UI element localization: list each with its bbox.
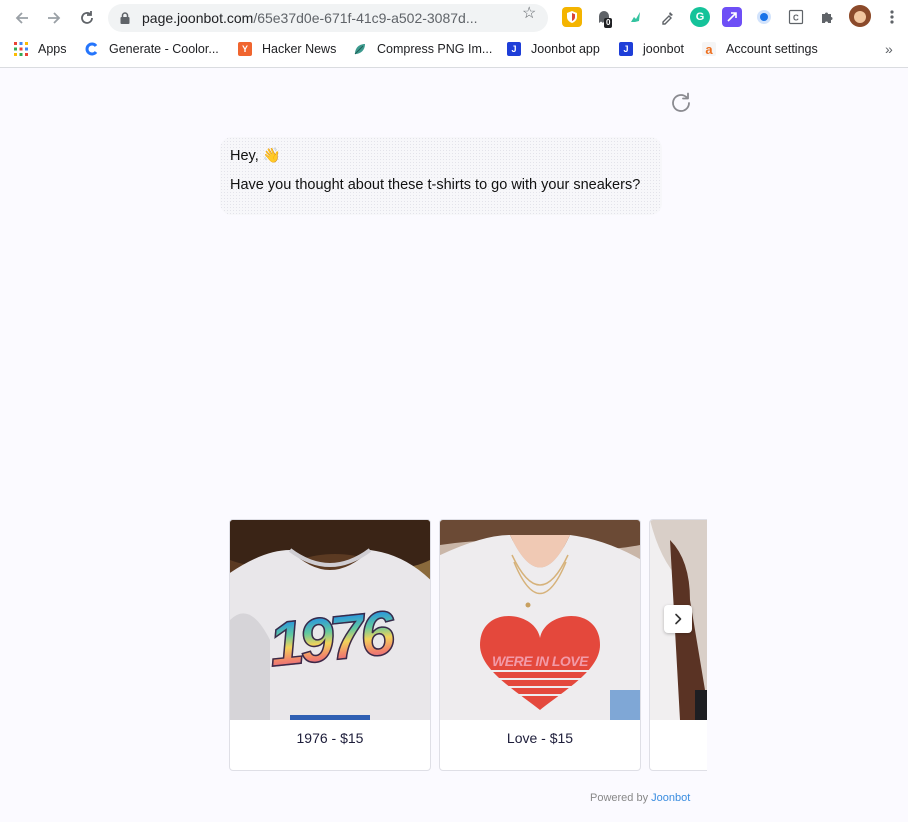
- more-bookmarks-button[interactable]: »: [885, 40, 893, 58]
- bookmark-coolors[interactable]: Generate - Coolor...: [85, 40, 219, 58]
- bookmark-compress-png[interactable]: Compress PNG Im...: [353, 40, 492, 58]
- greeting-text: Hey, 👋: [230, 148, 281, 164]
- url-path: /65e37d0e-671f-41c9-a502-3087d...: [253, 10, 478, 26]
- lock-icon: [120, 12, 130, 24]
- kebab-menu-icon[interactable]: [882, 7, 902, 27]
- bookmarks-bar: Apps Generate - Coolor... Y Hacker News …: [0, 37, 908, 61]
- reload-icon: [81, 11, 93, 24]
- bookmark-label: Joonbot app: [531, 42, 600, 56]
- arrow-right-icon: [48, 12, 61, 24]
- hacker-news-icon: Y: [238, 42, 252, 56]
- arrow-left-icon: [15, 12, 28, 24]
- product-carousel: 1976 1976 - $15 WERE IN LOVE Love - $15: [229, 519, 707, 771]
- extension-shield-icon[interactable]: [562, 7, 582, 27]
- bookmark-label: Account settings: [726, 42, 818, 56]
- avatar[interactable]: [849, 5, 871, 27]
- chevron-right-icon: [675, 613, 682, 625]
- bookmark-star-icon[interactable]: ☆: [522, 6, 542, 22]
- tinypng-icon: [353, 42, 367, 56]
- bookmark-label: Hacker News: [262, 42, 337, 56]
- extension-circle-icon[interactable]: [754, 7, 774, 27]
- browser-toolbar: page.joonbot.com/65e37d0e-671f-41c9-a502…: [0, 0, 908, 36]
- puzzle-icon[interactable]: [818, 7, 838, 27]
- forward-button[interactable]: [42, 6, 66, 30]
- grammarly-icon[interactable]: G: [690, 7, 710, 27]
- bookmark-label: Generate - Coolor...: [109, 42, 219, 56]
- extension-badge: 0: [604, 18, 613, 28]
- bookmark-account-settings[interactable]: a Account settings: [702, 40, 818, 58]
- eyedropper-icon[interactable]: [658, 7, 678, 27]
- message-text: Have you thought about these t-shirts to…: [230, 177, 641, 193]
- bookmark-hacker-news[interactable]: Y Hacker News: [238, 40, 336, 58]
- restart-chat-button[interactable]: [668, 90, 694, 116]
- browser-chrome: page.joonbot.com/65e37d0e-671f-41c9-a502…: [0, 0, 908, 68]
- bookmark-joonbot-app[interactable]: J Joonbot app: [507, 40, 600, 58]
- bookmark-joonbot[interactable]: J joonbot: [619, 40, 684, 58]
- address-bar[interactable]: page.joonbot.com/65e37d0e-671f-41c9-a502…: [108, 4, 548, 32]
- product-image: 1976: [230, 520, 430, 720]
- chat-message-bubble: Hey, 👋 Have you thought about these t-sh…: [220, 137, 662, 215]
- product-card[interactable]: [649, 519, 707, 771]
- shirt-print-text: WERE IN LOVE: [492, 653, 588, 669]
- joonbot-icon: J: [619, 42, 633, 56]
- extension-c-icon[interactable]: C: [786, 7, 806, 27]
- coolors-icon: [85, 42, 99, 56]
- url-host: page.joonbot.com: [142, 10, 254, 26]
- product-card[interactable]: WERE IN LOVE Love - $15: [439, 519, 641, 771]
- bookmark-apps[interactable]: Apps: [14, 40, 67, 58]
- refresh-icon: [672, 92, 690, 112]
- url-text: page.joonbot.com/65e37d0e-671f-41c9-a502…: [142, 10, 517, 26]
- extension-arrow-icon[interactable]: [722, 7, 742, 27]
- product-caption: Love - $15: [506, 730, 574, 746]
- bookmark-label: Compress PNG Im...: [377, 42, 493, 56]
- product-card[interactable]: 1976 1976 - $15: [229, 519, 431, 771]
- extension-bird-icon[interactable]: [626, 7, 646, 27]
- bookmark-label: joonbot: [643, 42, 685, 56]
- powered-by-text: Powered by: [590, 792, 649, 804]
- joonbot-icon: J: [507, 42, 521, 56]
- product-caption: [650, 720, 707, 770]
- powered-by-footer: Powered by Joonbot: [590, 792, 690, 804]
- svg-text:C: C: [793, 14, 799, 23]
- product-caption: 1976 - $15: [296, 730, 364, 746]
- extension-ghost-icon[interactable]: 0: [594, 7, 614, 28]
- joonbot-link[interactable]: Joonbot: [651, 792, 690, 804]
- reload-button[interactable]: [75, 6, 99, 30]
- apps-grid-icon: [14, 42, 28, 56]
- bookmark-label: Apps: [38, 42, 67, 56]
- product-image: WERE IN LOVE: [440, 520, 640, 720]
- back-button[interactable]: [10, 6, 34, 30]
- carousel-next-button[interactable]: [664, 605, 692, 633]
- account-settings-icon: a: [702, 42, 716, 57]
